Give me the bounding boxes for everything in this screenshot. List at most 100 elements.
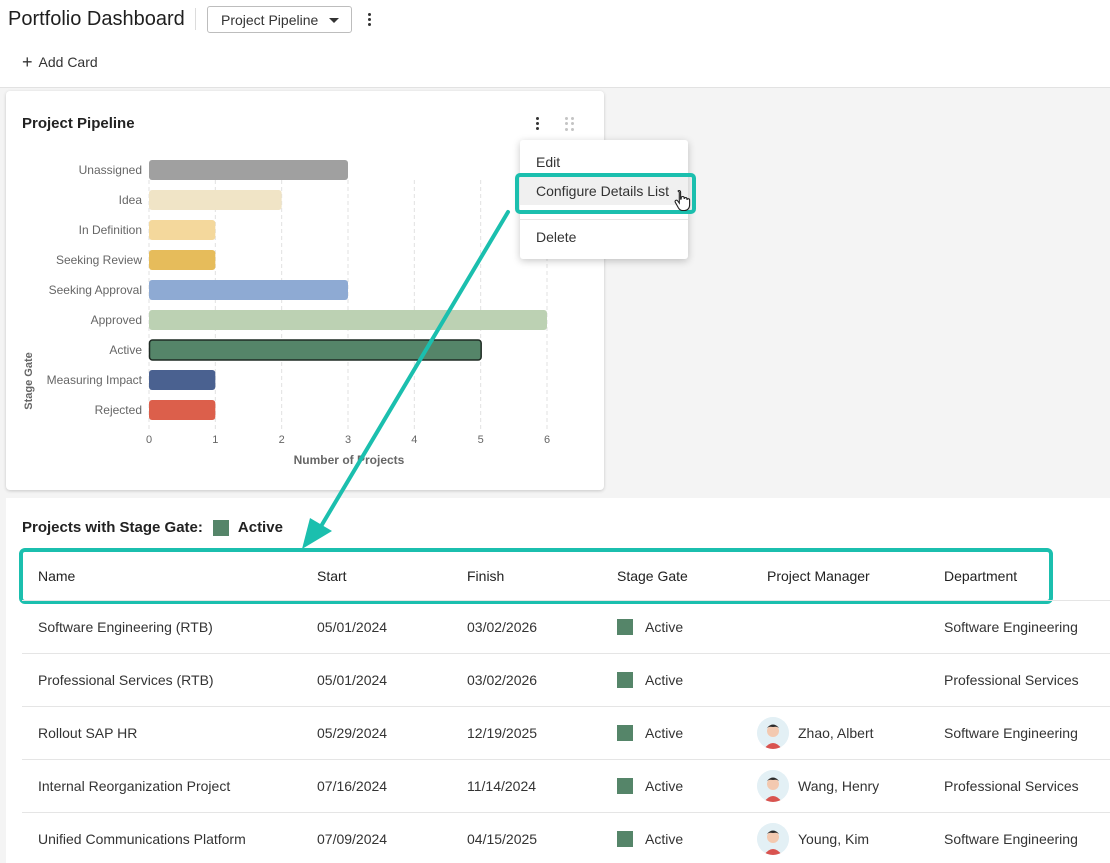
bar-seeking-approval[interactable] bbox=[149, 280, 348, 300]
cell-finish: 12/19/2025 bbox=[467, 707, 537, 759]
cell-finish-text: 03/02/2026 bbox=[467, 619, 538, 635]
cell-stage-gate-text: Active bbox=[645, 725, 684, 741]
card-context-menu: Edit Configure Details List Delete bbox=[520, 140, 688, 259]
view-selector-value: Project Pipeline bbox=[221, 11, 319, 28]
cell-department-text: Professional Services bbox=[944, 778, 1079, 794]
column-header-start[interactable]: Start bbox=[317, 552, 347, 600]
stage-gate-swatch bbox=[617, 778, 633, 794]
bar-approved[interactable] bbox=[149, 310, 547, 330]
cell-department-text: Software Engineering bbox=[944, 725, 1078, 741]
category-label: In Definition bbox=[79, 223, 142, 237]
bar-in-definition[interactable] bbox=[149, 220, 216, 240]
cell-stage-gate-text: Active bbox=[645, 778, 684, 794]
cell-department: Software Engineering bbox=[944, 813, 1078, 863]
cell-project-manager-text: Zhao, Albert bbox=[798, 725, 874, 741]
cell-department-text: Software Engineering bbox=[944, 619, 1078, 635]
column-header-stage-gate[interactable]: Stage Gate bbox=[617, 552, 688, 600]
cell-finish-text: 11/14/2024 bbox=[467, 778, 537, 794]
add-card-label: Add Card bbox=[38, 54, 98, 70]
table-row[interactable]: Internal Reorganization Project 07/16/202… bbox=[22, 759, 1110, 812]
cell-stage-gate: Active bbox=[617, 813, 683, 863]
column-header-department[interactable]: Department bbox=[944, 552, 1017, 600]
category-label: Seeking Review bbox=[56, 253, 142, 267]
bar-seeking-review[interactable] bbox=[149, 250, 216, 270]
bar-idea[interactable] bbox=[149, 190, 282, 210]
cell-stage-gate-text: Active bbox=[645, 619, 684, 635]
x-tick-label: 4 bbox=[411, 434, 417, 446]
menu-item-delete[interactable]: Delete bbox=[520, 223, 688, 251]
project-pipeline-card: Project Pipeline 0 1 2 3 4 5 6 Unassigned Idea In… bbox=[6, 91, 604, 490]
chart-labels: 0 1 2 3 4 5 6 Unassigned Idea In Definition Seekin… bbox=[47, 163, 550, 446]
cell-department: Professional Services bbox=[944, 654, 1079, 706]
column-header-project-manager[interactable]: Project Manager bbox=[767, 552, 870, 600]
cell-finish-text: 12/19/2025 bbox=[467, 725, 538, 741]
avatar bbox=[757, 823, 789, 855]
bar-active[interactable] bbox=[148, 339, 482, 361]
menu-divider bbox=[520, 219, 688, 220]
y-axis-label: Stage Gate bbox=[23, 352, 35, 409]
cell-start-text: 05/01/2024 bbox=[317, 672, 388, 688]
cell-start: 05/01/2024 bbox=[317, 654, 387, 706]
table-row[interactable]: Software Engineering (RTB) 05/01/2024 03/0… bbox=[22, 600, 1110, 653]
hand-cursor-icon bbox=[674, 189, 691, 212]
table-row[interactable]: Unified Communications Platform 07/09/202… bbox=[22, 812, 1110, 863]
x-tick-label: 0 bbox=[146, 434, 152, 446]
dashboard-more-icon[interactable] bbox=[362, 9, 376, 29]
cell-start: 05/01/2024 bbox=[317, 601, 387, 653]
chart-bars bbox=[148, 160, 547, 420]
cell-start: 05/29/2024 bbox=[317, 707, 387, 759]
cell-name: Professional Services (RTB) bbox=[38, 654, 214, 706]
menu-item-configure-details-list[interactable]: Configure Details List bbox=[520, 177, 688, 205]
x-tick-label: 3 bbox=[345, 434, 351, 446]
cell-department: Professional Services bbox=[944, 760, 1079, 812]
cell-name: Rollout SAP HR bbox=[38, 707, 137, 759]
menu-item-edit[interactable]: Edit bbox=[520, 148, 688, 176]
table-header: Name Start Finish Stage Gate Project Man… bbox=[22, 552, 1110, 600]
cell-department-text: Professional Services bbox=[944, 672, 1079, 688]
cell-stage-gate: Active bbox=[617, 760, 683, 812]
cell-name-text: Professional Services (RTB) bbox=[38, 672, 214, 688]
cell-project-manager: Zhao, Albert bbox=[757, 707, 874, 759]
x-axis-label: Number of Projects bbox=[294, 453, 405, 467]
cell-stage-gate: Active bbox=[617, 601, 683, 653]
cell-project-manager: Wang, Henry bbox=[757, 760, 879, 812]
details-list-card: Projects with Stage Gate: Active Name St… bbox=[6, 498, 1110, 863]
bar-measuring-impact[interactable] bbox=[149, 370, 216, 390]
page-title: Portfolio Dashboard bbox=[8, 8, 185, 30]
x-tick-label: 1 bbox=[212, 434, 218, 446]
category-label: Measuring Impact bbox=[47, 373, 143, 387]
cell-finish-text: 04/15/2025 bbox=[467, 831, 538, 847]
column-header-finish[interactable]: Finish bbox=[467, 552, 504, 600]
cell-start: 07/16/2024 bbox=[317, 760, 387, 812]
table-row[interactable]: Professional Services (RTB) 05/01/2024 03/… bbox=[22, 653, 1110, 706]
chart-grid bbox=[148, 180, 548, 432]
column-header-name[interactable]: Name bbox=[38, 552, 75, 600]
stage-gate-swatch bbox=[617, 725, 633, 741]
cell-start-text: 05/01/2024 bbox=[317, 619, 388, 635]
category-label: Unassigned bbox=[79, 163, 142, 177]
details-filter-value: Active bbox=[237, 519, 283, 536]
add-card-button[interactable]: + Add Card bbox=[22, 53, 98, 71]
bar-rejected[interactable] bbox=[149, 400, 216, 420]
cell-department: Software Engineering bbox=[944, 601, 1078, 653]
stage-gate-swatch bbox=[617, 619, 633, 635]
cell-finish: 11/14/2024 bbox=[467, 760, 536, 812]
x-tick-label: 6 bbox=[544, 434, 550, 446]
avatar bbox=[757, 770, 789, 802]
cell-stage-gate: Active bbox=[617, 707, 683, 759]
cell-start-text: 07/09/2024 bbox=[317, 831, 388, 847]
bar-unassigned[interactable] bbox=[149, 160, 348, 180]
avatar bbox=[757, 717, 789, 749]
stage-gate-swatch bbox=[617, 831, 633, 847]
details-title: Projects with Stage Gate: Active bbox=[22, 519, 283, 536]
category-label: Active bbox=[109, 343, 142, 357]
table-row[interactable]: Rollout SAP HR 05/29/2024 12/19/2025 Active… bbox=[22, 706, 1110, 759]
cell-finish: 03/02/2026 bbox=[467, 654, 537, 706]
cell-project-manager-text: Wang, Henry bbox=[798, 778, 880, 794]
cell-name-text: Rollout SAP HR bbox=[38, 725, 138, 741]
details-title-prefix: Projects with Stage Gate: bbox=[22, 519, 203, 536]
cell-finish: 04/15/2025 bbox=[467, 813, 537, 863]
caret-down-icon bbox=[329, 18, 339, 23]
pipeline-bar-chart: 0 1 2 3 4 5 6 Unassigned Idea In Definition Seekin… bbox=[23, 160, 550, 467]
view-selector-dropdown[interactable]: Project Pipeline bbox=[207, 6, 352, 33]
